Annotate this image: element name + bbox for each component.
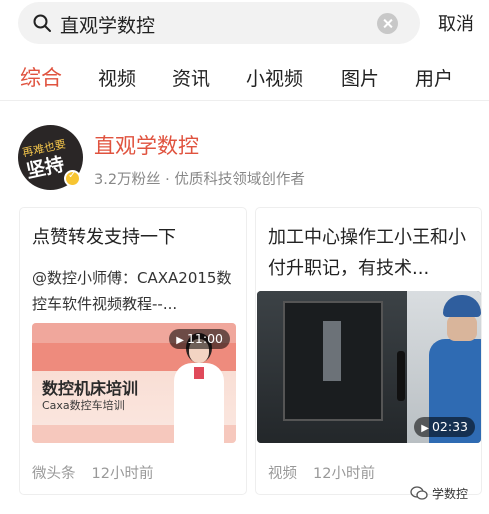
tab-short-video[interactable]: 小视频 bbox=[246, 64, 303, 91]
machine-handle bbox=[397, 351, 405, 401]
feed-card[interactable]: 加工中心操作工小王和小付升职记，有技术... ▶ 02:33 视频 12小时前 bbox=[255, 207, 482, 495]
card-description: @数控小师傅：CAXA2015数控车软件视频教程--... bbox=[32, 269, 232, 313]
thumbnail-subtitle: Caxa数控车培训 bbox=[42, 399, 125, 412]
card-footer: 视频 12小时前 bbox=[268, 462, 375, 483]
duration-badge: ▶ 02:33 bbox=[414, 417, 475, 437]
cancel-button[interactable]: 取消 bbox=[438, 10, 474, 36]
watermark-text: 学数控 bbox=[432, 487, 469, 501]
profile-name[interactable]: 直观学数控 bbox=[94, 130, 199, 160]
tab-news[interactable]: 资讯 bbox=[172, 64, 210, 91]
search-field[interactable]: 直观学数控 bbox=[18, 2, 420, 44]
card-title: 加工中心操作工小王和小付升职记，有技术... bbox=[268, 227, 466, 279]
result-tabs: 综合 视频 资讯 小视频 图片 用户 bbox=[0, 60, 489, 100]
duration-text: 11:00 bbox=[186, 331, 223, 346]
card-source: 视频 bbox=[268, 466, 297, 482]
play-icon: ▶ bbox=[421, 423, 429, 434]
card-time: 12小时前 bbox=[313, 466, 375, 482]
video-thumbnail[interactable]: ▶ 02:33 bbox=[257, 291, 481, 443]
feed-card[interactable]: 点赞转发支持一下 @数控小师傅：CAXA2015数控车软件视频教程--... 数… bbox=[19, 207, 247, 495]
tab-images[interactable]: 图片 bbox=[341, 64, 379, 91]
play-icon: ▶ bbox=[176, 335, 184, 346]
search-input[interactable]: 直观学数控 bbox=[60, 11, 155, 38]
card-title: 点赞转发支持一下 bbox=[32, 227, 176, 248]
profile-meta: 3.2万粉丝 · 优质科技领域创作者 bbox=[94, 172, 305, 188]
worker-face bbox=[447, 315, 477, 341]
clear-icon[interactable] bbox=[377, 13, 398, 34]
video-thumbnail[interactable]: 数控机床培训 Caxa数控车培训 ▶ 11:00 bbox=[32, 323, 236, 443]
tab-users[interactable]: 用户 bbox=[415, 64, 453, 91]
presenter-image bbox=[170, 333, 226, 443]
thumbnail-title: 数控机床培训 bbox=[42, 379, 139, 398]
verified-badge-icon bbox=[64, 170, 81, 187]
search-icon bbox=[33, 14, 51, 32]
card-source: 微头条 bbox=[32, 466, 76, 482]
machine-spindle bbox=[323, 321, 341, 381]
duration-text: 02:33 bbox=[431, 419, 468, 434]
watermark: 学数控 bbox=[410, 484, 484, 502]
wechat-icon bbox=[410, 486, 428, 500]
search-bar: 直观学数控 取消 bbox=[0, 0, 489, 48]
duration-badge: ▶ 11:00 bbox=[169, 329, 230, 349]
divider bbox=[0, 100, 489, 101]
tab-video[interactable]: 视频 bbox=[98, 64, 136, 91]
card-time: 12小时前 bbox=[91, 466, 154, 482]
tab-all[interactable]: 综合 bbox=[20, 62, 62, 92]
card-footer: 微头条 12小时前 bbox=[32, 462, 153, 483]
